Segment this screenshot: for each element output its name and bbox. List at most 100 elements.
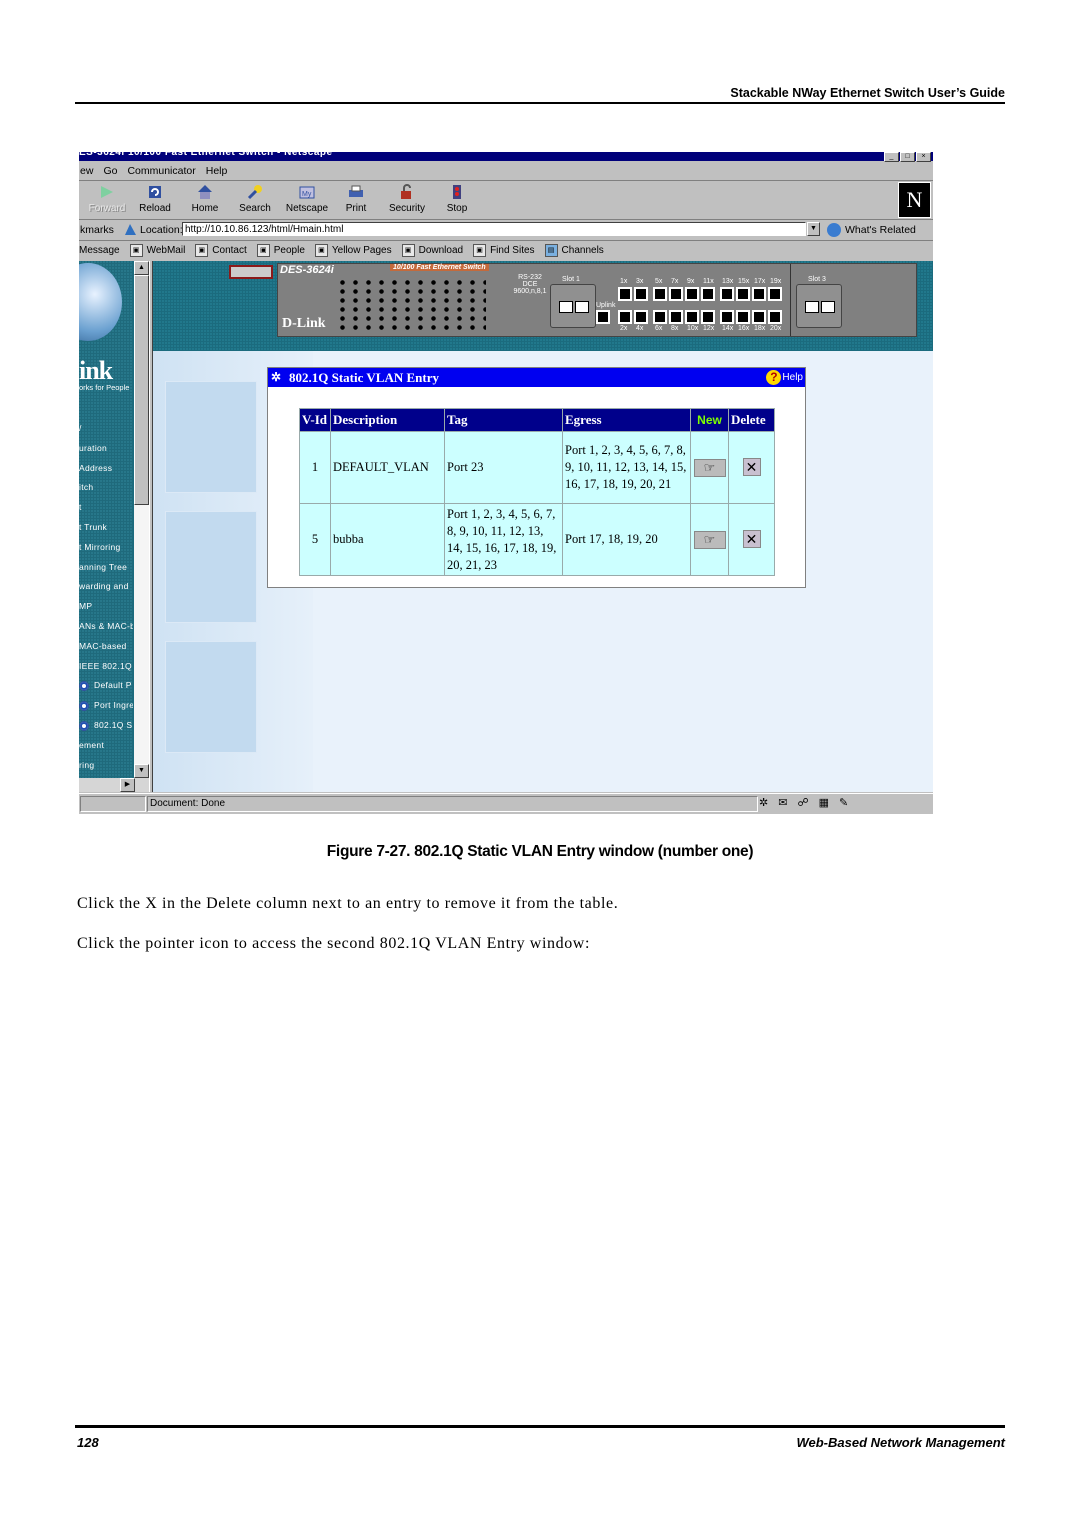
scroll-thumb[interactable] [134, 275, 149, 505]
port-label: 8x [671, 325, 679, 332]
navigator-icon[interactable]: ✲ [759, 796, 768, 809]
whats-related-button[interactable]: What's Related [827, 223, 916, 237]
menu-help[interactable]: Help [206, 165, 228, 177]
home-button[interactable]: Home [180, 183, 230, 214]
cell-egress: Port 17, 18, 19, 20 [563, 504, 690, 575]
delete-x-icon[interactable]: ✕ [742, 530, 761, 548]
security-indicator[interactable] [80, 796, 146, 812]
ethernet-port[interactable] [653, 287, 667, 301]
personal-item-people[interactable]: ▣ People [256, 244, 305, 257]
location-page-icon[interactable] [124, 223, 137, 236]
home-icon [198, 185, 212, 199]
ethernet-port[interactable] [669, 310, 683, 324]
discussion-icon[interactable]: ☍ [797, 796, 808, 809]
forward-button[interactable]: Forward [82, 183, 132, 214]
minimize-button[interactable]: _ [884, 152, 899, 162]
sidebar-item[interactable]: IEEE 802.1Q [79, 661, 132, 671]
sidebar-item[interactable]: ement [79, 740, 104, 750]
sidebar-item[interactable]: / [79, 423, 82, 433]
ethernet-port[interactable] [752, 287, 766, 301]
sidebar-item[interactable]: Default P [79, 680, 132, 692]
ethernet-port[interactable] [618, 310, 632, 324]
pointer-hand-icon[interactable]: ☞ [693, 530, 726, 549]
personal-item-find-sites[interactable]: ▣ Find Sites [473, 244, 535, 257]
ethernet-port[interactable] [634, 310, 648, 324]
delete-x-icon[interactable]: ✕ [742, 458, 761, 476]
header-rule [75, 102, 1005, 104]
pointer-hand-icon[interactable]: ☞ [693, 458, 726, 477]
sidebar-item[interactable]: ANs & MAC-b [79, 621, 133, 631]
ethernet-port[interactable] [768, 310, 782, 324]
left-nav-horizontal-scrollbar[interactable]: ▶ [79, 778, 149, 792]
menu-go[interactable]: Go [103, 165, 117, 177]
menu-view[interactable]: ew [80, 165, 93, 177]
ethernet-port[interactable] [720, 287, 734, 301]
netscape-logo[interactable]: N [898, 182, 931, 218]
personal-item-contact[interactable]: ▣ Contact [195, 244, 247, 257]
bookmark-icon: ▣ [129, 244, 143, 257]
sidebar-item[interactable]: Port Ingre [79, 700, 133, 711]
scroll-up-button[interactable]: ▲ [134, 261, 149, 275]
static-vlan-panel: ✲ 802.1Q Static VLAN Entry ? Help V-Id D… [267, 367, 806, 588]
sidebar-item[interactable]: Address [79, 463, 112, 473]
personal-item-channels[interactable]: ▤ Channels [544, 244, 604, 257]
new-entry-link[interactable]: New [691, 409, 728, 431]
ethernet-port[interactable] [685, 287, 699, 301]
ethernet-port[interactable] [685, 310, 699, 324]
mail-icon[interactable]: ✉ [778, 796, 787, 809]
sidebar-item[interactable]: MP [79, 601, 92, 611]
ethernet-port[interactable] [618, 287, 632, 301]
sidebar-item[interactable]: uration [79, 443, 107, 453]
personal-item-webmail[interactable]: ▣ WebMail [129, 244, 185, 257]
ethernet-port[interactable] [701, 310, 715, 324]
personal-item-message[interactable]: Message [79, 245, 120, 256]
left-nav-vertical-scrollbar[interactable]: ▲ ▼ [134, 261, 149, 792]
port-label: 10x [687, 325, 699, 332]
location-dropdown-button[interactable]: ▼ [807, 222, 820, 236]
ethernet-port[interactable] [634, 287, 648, 301]
led-panel [336, 278, 486, 334]
port-label: 20x [770, 325, 782, 332]
help-button[interactable]: ? Help [766, 368, 803, 387]
ethernet-port[interactable] [669, 287, 683, 301]
search-button[interactable]: Search [230, 183, 280, 214]
sidebar-item[interactable]: t [79, 502, 82, 512]
close-button[interactable]: × [916, 152, 931, 162]
sidebar-item[interactable]: itch [79, 482, 93, 492]
sidebar-item[interactable]: anning Tree [79, 562, 127, 572]
ethernet-port[interactable] [720, 310, 734, 324]
table-header-row: V-Id Description Tag Egress New Delete [300, 409, 774, 431]
maximize-button[interactable]: □ [900, 152, 915, 162]
ethernet-port[interactable] [768, 287, 782, 301]
personal-item-yellow-pages[interactable]: ▣ Yellow Pages [314, 244, 392, 257]
sidebar-item[interactable]: ring [79, 760, 94, 770]
print-button[interactable]: Print [331, 183, 381, 214]
sidebar-item[interactable]: t Mirroring [79, 542, 121, 552]
slot3-module[interactable] [796, 284, 842, 328]
netscape-button[interactable]: My Netscape [282, 183, 332, 214]
ethernet-port[interactable] [752, 310, 766, 324]
sidebar-item[interactable]: t Trunk [79, 522, 107, 532]
cell-vid: 1 [300, 432, 330, 503]
menu-communicator[interactable]: Communicator [127, 165, 195, 177]
scroll-down-button[interactable]: ▼ [134, 764, 149, 778]
ethernet-port[interactable] [736, 310, 750, 324]
slot1-module[interactable] [550, 284, 596, 328]
bookmarks-button[interactable]: kmarks [80, 224, 114, 236]
ethernet-port[interactable] [653, 310, 667, 324]
sidebar-item[interactable]: warding and [79, 581, 129, 591]
cell-tag: Port 1, 2, 3, 4, 5, 6, 7, 8, 9, 10, 11, … [445, 504, 562, 575]
location-url-input[interactable]: http://10.10.86.123/html/Hmain.html [182, 222, 806, 236]
uplink-port[interactable] [596, 310, 610, 324]
composer-icon[interactable]: ▦ [819, 796, 829, 809]
stop-button[interactable]: Stop [432, 183, 482, 214]
pen-icon[interactable]: ✎ [839, 796, 848, 809]
sidebar-item[interactable]: MAC-based [79, 641, 127, 651]
scroll-right-button[interactable]: ▶ [120, 778, 135, 792]
security-button[interactable]: Security [382, 183, 432, 214]
personal-item-download[interactable]: ▣ Download [401, 244, 463, 257]
reload-button[interactable]: Reload [130, 183, 180, 214]
sidebar-item[interactable]: 802.1Q S [79, 720, 132, 731]
ethernet-port[interactable] [701, 287, 715, 301]
ethernet-port[interactable] [736, 287, 750, 301]
